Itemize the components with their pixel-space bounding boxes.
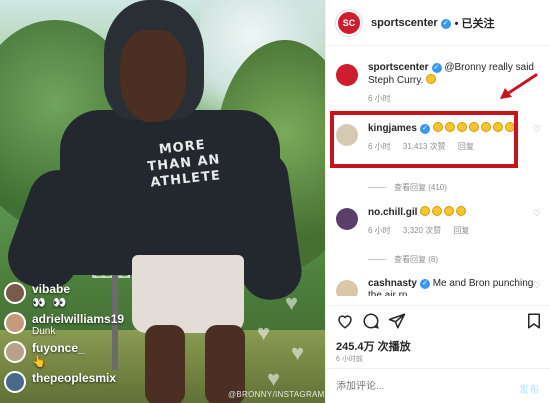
avatar xyxy=(4,371,26,393)
post-header: SC sportscenter ✓ • 已关注 xyxy=(326,0,550,46)
reply-button[interactable]: 回复 xyxy=(453,226,469,235)
comment-username[interactable]: sportscenter xyxy=(368,62,429,73)
laughing-emoji-icon xyxy=(432,206,443,216)
comment-item: cashnasty ✓ Me and Bron punching the air … xyxy=(336,278,541,296)
comment-input[interactable] xyxy=(336,381,486,392)
live-comment-user: thepeoplesmix xyxy=(32,371,117,385)
avatar xyxy=(4,341,26,363)
avatar[interactable] xyxy=(336,280,358,296)
comment-username[interactable]: cashnasty xyxy=(368,278,417,289)
video-player[interactable]: MORE THAN AN ATHLETE ♥ ♥ ♥ ♥ vibabe 👀 👀 … xyxy=(0,0,325,403)
heart-icon[interactable] xyxy=(336,312,354,330)
live-comment-user: adrielwilliams19 xyxy=(32,312,125,326)
live-comments: vibabe 👀 👀 adrielwilliams19 Dunk fuyonce… xyxy=(4,282,174,396)
live-comment: thepeoplesmix xyxy=(4,371,174,393)
view-replies-link[interactable]: 查看回复 (8) xyxy=(368,254,438,265)
comment-likes[interactable]: 3,320 次赞 xyxy=(403,226,441,235)
laughing-emoji-icon xyxy=(444,206,455,216)
heart-icon: ♥ xyxy=(257,320,271,345)
action-bar: 245.4万 次播放 6 小时前 发布 xyxy=(326,305,550,403)
live-comment-user: vibabe xyxy=(32,282,71,296)
comment-icon[interactable] xyxy=(362,312,380,330)
watermark: @BRONNY/INSTAGRAM xyxy=(228,390,325,399)
verified-icon: ✓ xyxy=(431,63,442,73)
heart-icon: ♥ xyxy=(291,340,305,365)
like-heart-icon[interactable]: ♡ xyxy=(533,124,541,135)
laughing-emoji-icon xyxy=(420,206,431,216)
comment-time: 6 小时 xyxy=(368,226,391,235)
hoodie-print: MORE THAN AN ATHLETE xyxy=(146,137,222,191)
avatar xyxy=(4,312,26,334)
avatar[interactable] xyxy=(336,208,358,230)
post-panel: SC sportscenter ✓ • 已关注 sportscenter ✓ @Br… xyxy=(325,0,550,403)
emoji-icon: 👆 xyxy=(32,356,48,368)
live-comment-message: Dunk xyxy=(32,326,56,337)
add-comment-bar: 发布 xyxy=(326,368,550,403)
view-replies-link[interactable]: 查看回复 (410) xyxy=(368,182,447,193)
highlight-box xyxy=(330,111,518,168)
post-time: 6 小时前 xyxy=(336,356,363,363)
share-icon[interactable] xyxy=(388,312,406,330)
live-comment: fuyonce_ 👆 xyxy=(4,341,174,368)
comment-username[interactable]: no.chill.gil xyxy=(368,207,417,218)
follow-status[interactable]: • 已关注 xyxy=(455,15,495,31)
live-comment: vibabe 👀 👀 xyxy=(4,282,174,309)
comment-time: 6 小时 xyxy=(368,94,391,103)
laughing-emoji-icon xyxy=(426,74,437,84)
bookmark-icon[interactable] xyxy=(525,312,543,330)
arrow-annotation-icon xyxy=(500,73,538,99)
post-button[interactable]: 发布 xyxy=(519,381,539,396)
heart-icon: ♥ xyxy=(285,290,299,315)
avatar[interactable] xyxy=(336,64,358,86)
play-count[interactable]: 245.4万 次播放 xyxy=(336,338,411,354)
verified-icon: ✓ xyxy=(419,279,430,289)
header-username[interactable]: sportscenter ✓ xyxy=(371,17,451,29)
header-username-text: sportscenter xyxy=(371,16,438,29)
comment-item: no.chill.gil 6 小时 3,320 次赞 回复 ♡ xyxy=(336,206,541,237)
person-face xyxy=(120,30,186,122)
live-comment-user: fuyonce_ xyxy=(32,341,85,355)
like-heart-icon[interactable]: ♡ xyxy=(533,280,541,291)
laughing-emoji-icon xyxy=(456,206,467,216)
like-heart-icon[interactable]: ♡ xyxy=(533,208,541,219)
live-comment: adrielwilliams19 Dunk xyxy=(4,312,174,338)
heart-icon: ♥ xyxy=(267,366,281,391)
emoji-icon: 👀 👀 xyxy=(32,297,69,309)
avatar xyxy=(4,282,26,304)
floating-hearts: ♥ ♥ ♥ ♥ xyxy=(245,270,325,400)
sportscenter-logo[interactable]: SC xyxy=(336,9,362,36)
verified-icon: ✓ xyxy=(440,18,451,29)
